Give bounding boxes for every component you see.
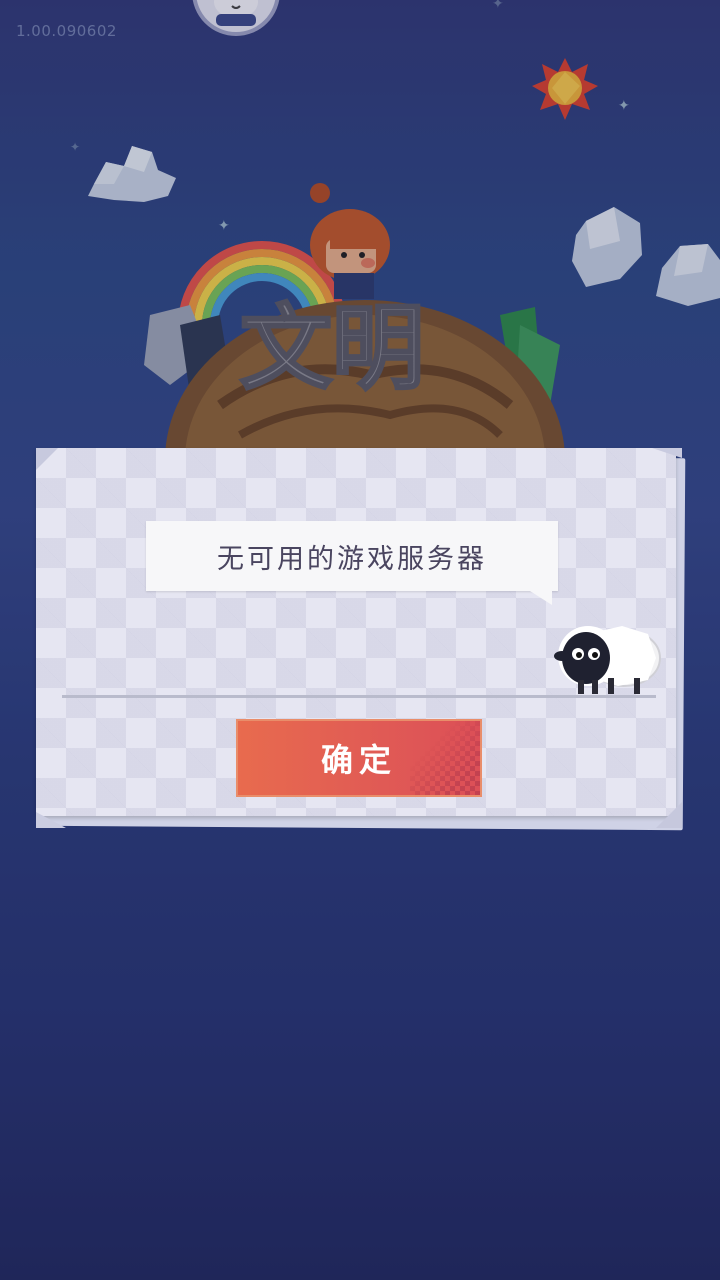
bubble-tail: [530, 591, 552, 605]
paper-corner-fold: [656, 802, 682, 828]
paper-corner-fold: [36, 812, 66, 828]
dialog-message: 无可用的游戏服务器: [217, 543, 487, 575]
paper-corner-fold: [652, 448, 682, 458]
sheep-mascot-icon: [554, 626, 661, 694]
message-bubble: 无可用的游戏服务器: [146, 521, 558, 605]
dialog-divider: [62, 695, 656, 698]
confirm-button-label: 确定: [320, 741, 397, 779]
button-pattern: [410, 721, 480, 795]
paper-corner-fold: [36, 448, 58, 470]
alert-dialog: 无可用的游戏服务器 确定: [36, 448, 686, 831]
confirm-button[interactable]: 确定: [236, 719, 482, 797]
